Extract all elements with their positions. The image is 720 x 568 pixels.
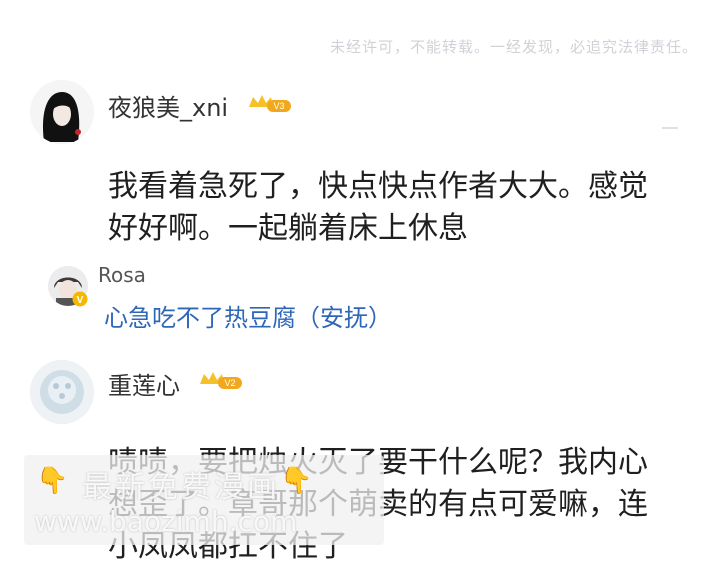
user-avatar-icon bbox=[30, 80, 94, 144]
comment-username[interactable]: 夜狼美_xni bbox=[108, 88, 228, 123]
avatar[interactable] bbox=[30, 80, 94, 144]
user-avatar-icon bbox=[30, 360, 94, 424]
vip-level-badge: V3 bbox=[249, 95, 291, 112]
comment-text-line: 好好啊。一起躺着床上休息 bbox=[108, 211, 468, 246]
reply-username[interactable]: Rosa bbox=[98, 263, 146, 287]
watermark-text: 最新免费漫画 bbox=[82, 470, 280, 505]
more-options-icon[interactable] bbox=[662, 127, 678, 129]
comment-text-line: 我看着急死了，快点快点作者大大。感觉 bbox=[108, 169, 648, 204]
verified-v-icon: V bbox=[72, 291, 88, 307]
pointing-hand-icon: 👇 bbox=[36, 466, 69, 496]
watermark-url: www.baozimh.com bbox=[34, 505, 298, 538]
copyright-notice: 未经许可，不能转载。一经发现，必追究法律责任。 bbox=[329, 38, 698, 56]
svg-text:V: V bbox=[77, 295, 84, 306]
vip-level-badge: V2 bbox=[200, 372, 242, 389]
avatar[interactable] bbox=[30, 360, 94, 424]
badge-level-text: V3 bbox=[273, 101, 284, 111]
badge-level-text: V2 bbox=[224, 378, 235, 388]
reply-text: 心急吃不了热豆腐（安抚） bbox=[104, 304, 392, 332]
pointing-hand-icon: 👇 bbox=[280, 466, 313, 496]
comment-username[interactable]: 重莲心 bbox=[108, 366, 180, 401]
comment-text: 我看着急死了，快点快点作者大大。感觉 好好啊。一起躺着床上休息 bbox=[108, 166, 708, 250]
